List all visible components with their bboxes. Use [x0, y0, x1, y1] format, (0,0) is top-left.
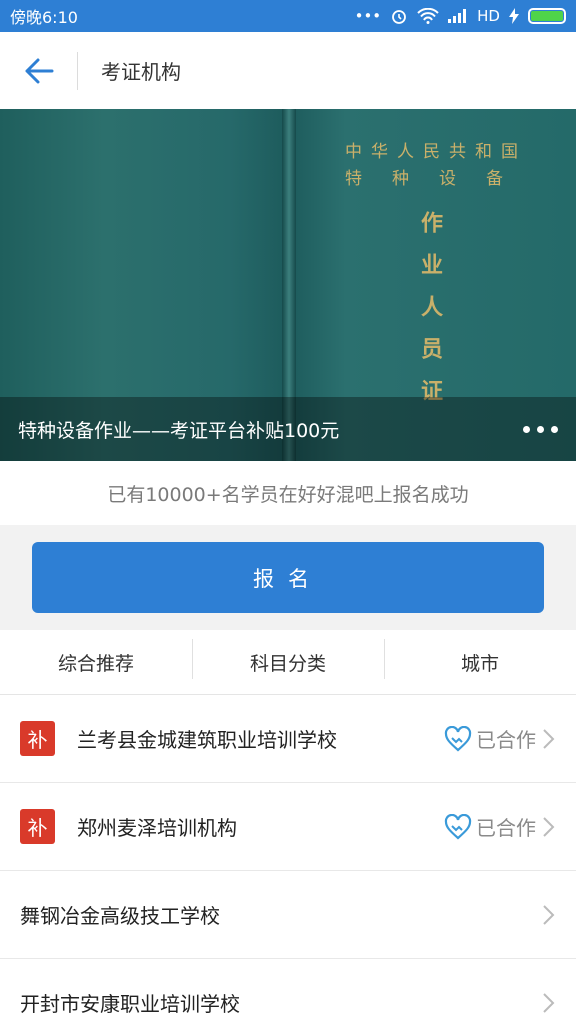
more-dots-icon: ••• — [354, 7, 382, 25]
arrow-left-icon — [25, 58, 53, 83]
list-item[interactable]: 舞钢冶金高级技工学校 — [0, 871, 576, 959]
cover-text-line1: 中华人民共和国 — [345, 142, 527, 162]
carousel-indicator — [523, 425, 558, 433]
handshake-heart-icon — [444, 813, 472, 839]
partner-status: 已合作 — [444, 724, 536, 753]
list-item[interactable]: 补 兰考县金城建筑职业培训学校 已合作 — [0, 695, 576, 783]
status-bar: 傍晚6:10 ••• HD — [0, 0, 576, 32]
battery-icon — [528, 8, 566, 24]
chevron-right-icon — [543, 728, 555, 749]
wifi-icon — [417, 8, 439, 24]
charging-icon — [509, 8, 519, 24]
status-time: 傍晚6:10 — [10, 8, 78, 27]
subsidy-badge-icon: 补 — [20, 721, 55, 756]
school-name: 开封市安康职业培训学校 — [20, 992, 240, 1016]
signup-stats-text: 已有10000+名学员在好好混吧上报名成功 — [0, 461, 576, 525]
banner-caption-bar: 特种设备作业——考证平台补贴100元 — [0, 397, 576, 461]
network-type-label: HD — [477, 7, 500, 25]
carousel-dot[interactable] — [551, 425, 558, 433]
signup-section: 报名 — [0, 525, 576, 630]
status-icons: ••• HD — [355, 7, 566, 25]
filter-recommended[interactable]: 综合推荐 — [0, 649, 192, 676]
school-name: 兰考县金城建筑职业培训学校 — [77, 728, 337, 752]
banner-caption: 特种设备作业——考证平台补贴100元 — [18, 419, 340, 442]
partner-status-label: 已合作 — [476, 728, 536, 752]
chevron-right-icon — [543, 816, 555, 837]
school-list: 补 兰考县金城建筑职业培训学校 已合作 补 郑州麦泽培训机构 已合作 舞钢冶金高… — [0, 695, 576, 1024]
filter-subject[interactable]: 科目分类 — [192, 638, 384, 679]
cover-text-line2: 特种设备 — [345, 169, 533, 189]
page-title: 考证机构 — [101, 60, 181, 84]
school-name: 郑州麦泽培训机构 — [77, 816, 237, 840]
school-name: 舞钢冶金高级技工学校 — [20, 904, 220, 928]
carousel-dot[interactable] — [523, 425, 530, 433]
list-item[interactable]: 开封市安康职业培训学校 — [0, 959, 576, 1024]
list-item[interactable]: 补 郑州麦泽培训机构 已合作 — [0, 783, 576, 871]
carousel-dot[interactable] — [537, 425, 544, 433]
partner-status: 已合作 — [444, 812, 536, 841]
alarm-icon — [392, 10, 407, 24]
chevron-right-icon — [543, 992, 555, 1013]
filter-tabs: 综合推荐 科目分类 城市 — [0, 630, 576, 695]
promo-banner[interactable]: 中华人民共和国 特种设备 作业人员证 特种设备作业——考证平台补贴100元 — [0, 109, 576, 461]
chevron-right-icon — [543, 904, 555, 925]
signal-icon — [448, 9, 467, 23]
subsidy-badge-icon: 补 — [20, 809, 55, 844]
filter-city[interactable]: 城市 — [384, 638, 576, 679]
cover-title-vertical: 作业人员证 — [417, 211, 443, 421]
signup-button[interactable]: 报名 — [32, 542, 544, 613]
partner-status-label: 已合作 — [476, 816, 536, 840]
app-header: 考证机构 — [0, 32, 576, 109]
back-button[interactable] — [0, 32, 77, 109]
handshake-heart-icon — [444, 725, 472, 751]
